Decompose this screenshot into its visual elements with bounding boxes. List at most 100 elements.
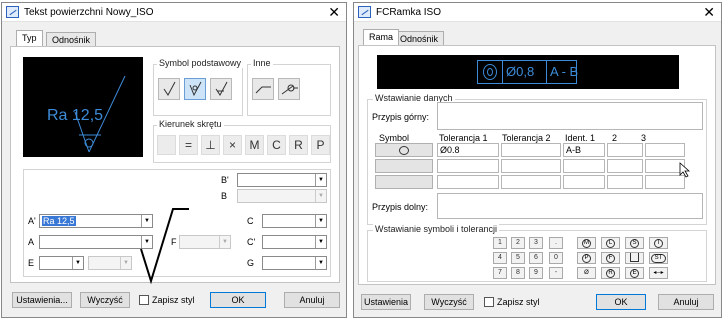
row1-symbol-button[interactable]: [375, 143, 433, 157]
row1-ident-1-value: A-B: [566, 145, 582, 155]
field-e-dropdown[interactable]: ▼: [39, 256, 84, 270]
direction-perpendicular-button[interactable]: ⊥: [201, 135, 220, 155]
field-g-label: G: [247, 258, 255, 268]
row3-tolerance-1[interactable]: [437, 175, 499, 189]
field-b-prime-dropdown[interactable]: ▼: [237, 173, 327, 187]
field-e2-dropdown[interactable]: ▼: [88, 256, 132, 270]
row2-ident-1[interactable]: [563, 159, 605, 173]
key-9[interactable]: 9: [529, 267, 543, 279]
direction-none-button[interactable]: [157, 135, 176, 155]
field-f-dropdown[interactable]: ▼: [179, 235, 231, 249]
key-8[interactable]: 8: [511, 267, 525, 279]
chevron-down-icon[interactable]: ▼: [315, 236, 326, 248]
field-b-label: B: [221, 191, 228, 201]
row2-tolerance-2[interactable]: [501, 159, 561, 173]
direction-crossed-button[interactable]: ×: [223, 135, 242, 155]
key-free-state[interactable]: F: [601, 252, 620, 264]
save-style-checkbox[interactable]: [139, 295, 149, 305]
other-circle-leader-button[interactable]: [278, 78, 300, 100]
direction-parallel-button[interactable]: =: [179, 135, 198, 155]
clear-button[interactable]: Wyczyść: [424, 294, 474, 310]
other-label: Inne: [251, 58, 273, 68]
key-regardless-size[interactable]: S: [625, 237, 644, 249]
close-icon[interactable]: ✕: [328, 4, 340, 20]
row1-ident-3[interactable]: [645, 143, 685, 157]
field-f-label: F: [171, 237, 177, 247]
chevron-down-icon[interactable]: ▼: [315, 190, 326, 202]
tab-frame[interactable]: Rama: [363, 29, 400, 45]
direction-particulate-button[interactable]: P: [311, 135, 330, 155]
key-tangent-plane[interactable]: T: [649, 237, 668, 249]
field-a-dropdown[interactable]: ▼: [39, 235, 153, 249]
tab-reference[interactable]: Odnośnik: [46, 32, 97, 46]
key-5[interactable]: 5: [511, 252, 525, 264]
key-projected-zone[interactable]: P: [577, 252, 596, 264]
cancel-button[interactable]: Anuluj: [284, 292, 340, 308]
chevron-down-icon[interactable]: ▼: [120, 257, 131, 269]
dialog-title: Tekst powierzchni Nowy_ISO: [24, 7, 154, 18]
row2-symbol-button[interactable]: [375, 159, 433, 173]
row3-symbol-button[interactable]: [375, 175, 433, 189]
chevron-down-icon[interactable]: ▼: [315, 174, 326, 186]
frame-preview-box: Ø0,8 A - B: [477, 60, 578, 84]
symbol-no-removal-button[interactable]: [210, 78, 232, 100]
ok-button[interactable]: OK: [596, 294, 646, 310]
cancel-button[interactable]: Anuluj: [658, 294, 714, 310]
symbol-basic-button[interactable]: [158, 78, 180, 100]
row2-tolerance-1[interactable]: [437, 159, 499, 173]
field-a-prime-dropdown[interactable]: Ra 12,5 ▼: [39, 214, 153, 228]
row1-ident-2[interactable]: [607, 143, 643, 157]
symbol-removal-button[interactable]: [184, 78, 206, 100]
clear-button[interactable]: Wyczyść: [80, 292, 130, 308]
title-bar[interactable]: FCRamka ISO ✕: [354, 3, 721, 22]
direction-radial-button[interactable]: R: [289, 135, 308, 155]
key-diameter[interactable]: Ø: [577, 267, 596, 279]
row1-tolerance-2[interactable]: [501, 143, 561, 157]
key-between-arrow[interactable]: ◂─▸: [649, 267, 668, 279]
row2-ident-2[interactable]: [607, 159, 643, 173]
field-a-label: A: [28, 237, 35, 247]
direction-multi-button[interactable]: M: [245, 135, 264, 155]
field-b-dropdown[interactable]: ▼: [237, 189, 327, 203]
tab-reference[interactable]: Odnośnik: [394, 31, 445, 45]
field-g-dropdown[interactable]: ▼: [262, 256, 327, 270]
settings-button[interactable]: Ustawienia: [361, 294, 411, 310]
key-reciprocity[interactable]: R: [601, 267, 620, 279]
lower-note-field[interactable]: [437, 193, 703, 219]
row3-ident-2[interactable]: [607, 175, 643, 189]
key-1[interactable]: 1: [493, 237, 507, 249]
chevron-down-icon[interactable]: ▼: [315, 215, 326, 227]
key-max-material[interactable]: M: [577, 237, 596, 249]
close-icon[interactable]: ✕: [703, 4, 715, 20]
row1-ident-1[interactable]: A-B: [563, 143, 605, 157]
key-0[interactable]: 0: [549, 252, 563, 264]
feature-control-frame-dialog: FCRamka ISO ✕ Rama Odnośnik Ø0,8 A - B W…: [353, 2, 722, 318]
key-2[interactable]: 2: [511, 237, 525, 249]
direction-circular-button[interactable]: C: [267, 135, 286, 155]
upper-note-field[interactable]: [437, 102, 703, 130]
key-least-material[interactable]: L: [601, 237, 620, 249]
key-3[interactable]: 3: [529, 237, 543, 249]
key-square[interactable]: [625, 252, 644, 264]
save-style-checkbox[interactable]: [484, 297, 494, 307]
tab-type[interactable]: Typ: [16, 30, 43, 46]
key-dot[interactable]: .: [549, 237, 563, 249]
key-4[interactable]: 4: [493, 252, 507, 264]
chevron-down-icon[interactable]: ▼: [72, 257, 83, 269]
chevron-down-icon[interactable]: ▼: [315, 257, 326, 269]
row3-ident-1[interactable]: [563, 175, 605, 189]
key-6[interactable]: 6: [529, 252, 543, 264]
title-bar[interactable]: Tekst powierzchni Nowy_ISO ✕: [2, 3, 346, 22]
ok-button[interactable]: OK: [210, 292, 266, 308]
row1-tolerance-1[interactable]: Ø0.8: [437, 143, 499, 157]
other-leader-button[interactable]: [252, 78, 274, 100]
row3-tolerance-2[interactable]: [501, 175, 561, 189]
field-c-dropdown[interactable]: ▼: [262, 214, 327, 228]
settings-button[interactable]: Ustawienia...: [12, 292, 72, 308]
key-7[interactable]: 7: [493, 267, 507, 279]
key-envelope[interactable]: E: [625, 267, 644, 279]
field-c-prime-dropdown[interactable]: ▼: [262, 235, 327, 249]
key-minus[interactable]: -: [549, 267, 563, 279]
key-statistical[interactable]: ST: [649, 252, 668, 264]
chevron-down-icon[interactable]: ▼: [219, 236, 230, 248]
